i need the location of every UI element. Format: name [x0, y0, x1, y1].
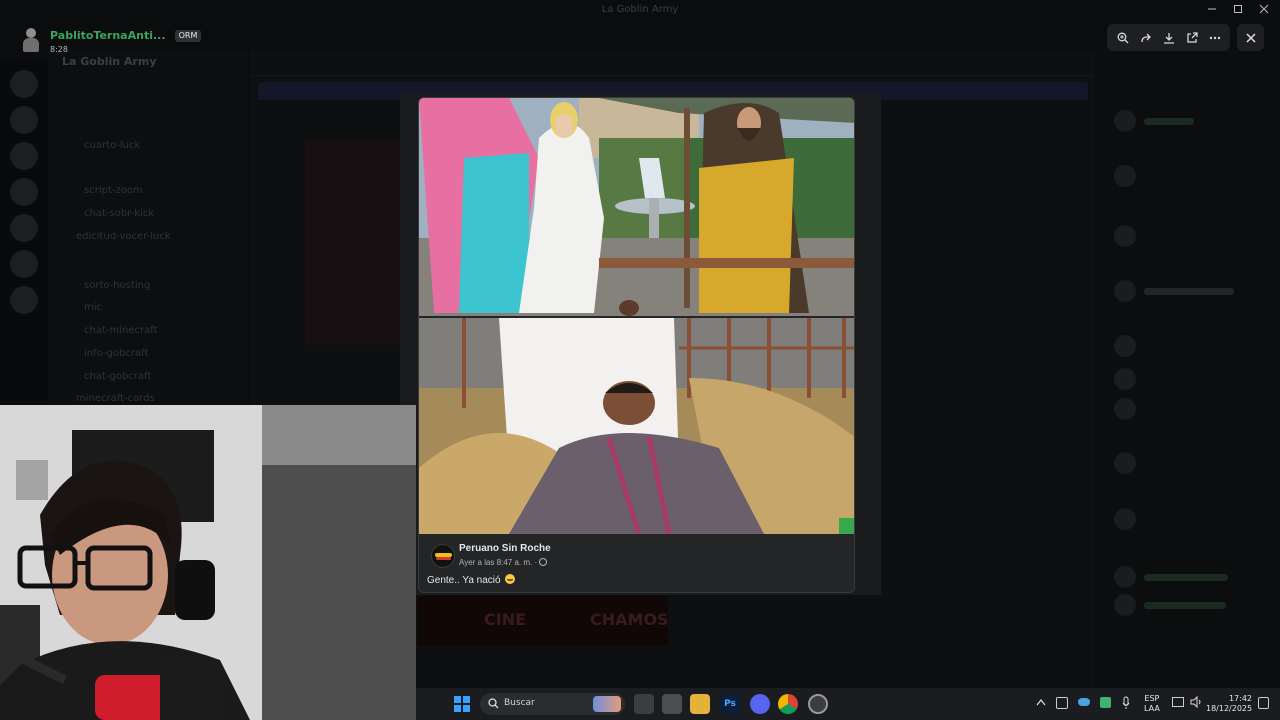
- post-date: Ayer a las 8:47 a. m. ·: [459, 558, 548, 567]
- server-icon: [10, 250, 38, 278]
- system-clock[interactable]: 17:42 18/12/2025: [1206, 694, 1252, 714]
- member-avatar: [1114, 165, 1136, 187]
- app-icon[interactable]: [662, 694, 682, 714]
- tag-label: ORM: [178, 31, 198, 40]
- forward-icon[interactable]: [1137, 29, 1155, 47]
- member-name: [1144, 602, 1226, 609]
- nativity-photo-bottom: [419, 318, 854, 534]
- window-title: La Goblin Army: [601, 4, 679, 15]
- post-meta: Peruano Sin Roche Ayer a las 8:47 a. m. …: [419, 534, 854, 592]
- server-icon: [10, 178, 38, 206]
- app-icon[interactable]: [808, 694, 828, 714]
- download-icon[interactable]: [1160, 29, 1178, 47]
- member-name: [1144, 288, 1234, 295]
- member-avatar: [1114, 398, 1136, 420]
- language-code: ESP: [1144, 694, 1160, 703]
- tray-app-icon[interactable]: [1056, 697, 1068, 709]
- channel-item: chat-sobr-kick: [84, 208, 155, 219]
- member-avatar: [1114, 508, 1136, 530]
- server-icon: [10, 70, 38, 98]
- member-avatar: [1114, 566, 1136, 588]
- member-name: [1144, 118, 1194, 125]
- page-name: Peruano Sin Roche: [459, 543, 551, 554]
- channel-item: chat-minecraft: [84, 325, 158, 336]
- search-placeholder: Buscar: [504, 698, 535, 708]
- task-view-icon[interactable]: [634, 694, 654, 714]
- clock-date: 18/12/2025: [1206, 704, 1253, 713]
- channel-item: cuarto-luck: [84, 140, 141, 151]
- window-close-icon[interactable]: [1258, 3, 1270, 15]
- avatar[interactable]: [20, 26, 42, 52]
- post-caption-text: Gente.. Ya nació: [427, 575, 501, 586]
- windows-start-icon[interactable]: [454, 696, 470, 712]
- facebook-post-screenshot[interactable]: Peruano Sin Roche Ayer a las 8:47 a. m. …: [418, 97, 855, 593]
- guild-name: La Goblin Army: [62, 55, 157, 68]
- server-icon: [10, 106, 38, 134]
- member-avatar: [1114, 280, 1136, 302]
- chat-attachment-cine: CINE CHAMOS: [418, 596, 669, 646]
- chrome-icon[interactable]: [778, 694, 798, 714]
- clock-time: 17:42: [1228, 694, 1252, 703]
- uploader-info: PablitoTernaAnti... ORM 8:28: [20, 24, 202, 54]
- nativity-photo-top: [419, 98, 854, 316]
- close-icon[interactable]: [1237, 24, 1264, 51]
- server-icon: [10, 214, 38, 242]
- channel-item: info-gobcraft: [84, 348, 149, 359]
- minimize-icon[interactable]: [1206, 3, 1218, 15]
- viewer-toolbar: [1107, 24, 1230, 51]
- server-list: [0, 60, 48, 400]
- search-icon: [488, 698, 499, 709]
- post-date-text: Ayer a las 8:47 a. m. ·: [459, 558, 538, 567]
- maximize-icon[interactable]: [1232, 3, 1244, 15]
- taskbar-search[interactable]: Buscar: [480, 693, 625, 715]
- photoshop-icon[interactable]: Ps: [720, 694, 740, 714]
- channel-item: sorto-hosting: [84, 280, 151, 291]
- network-icon[interactable]: [1172, 697, 1184, 707]
- server-icon: [10, 142, 38, 170]
- webcam-overlay: [0, 405, 416, 720]
- language-indicator[interactable]: ESP LAA: [1144, 694, 1160, 714]
- member-name: [1144, 574, 1228, 581]
- chat-topbar: [250, 50, 1095, 76]
- channel-item: mic: [84, 302, 103, 313]
- member-avatar: [1114, 452, 1136, 474]
- channel-item: chat-gobcraft: [84, 371, 152, 382]
- tray-security-icon[interactable]: [1100, 697, 1111, 708]
- laughing-emoji-icon: [505, 574, 516, 584]
- window-controls: [1206, 3, 1270, 15]
- discord-icon[interactable]: [750, 694, 770, 714]
- keyboard-layout: LAA: [1144, 704, 1160, 713]
- member-avatar: [1114, 225, 1136, 247]
- member-avatar: [1114, 110, 1136, 132]
- more-icon[interactable]: [1206, 29, 1224, 47]
- channel-item: minecraft-cords: [76, 393, 155, 404]
- screen: La Goblin Army La Goblin Army cuarto-luc…: [0, 0, 1280, 720]
- onedrive-icon[interactable]: [1078, 698, 1090, 706]
- microphone-icon[interactable]: [1122, 696, 1130, 712]
- post-caption: Gente.. Ya nació: [427, 574, 516, 586]
- channel-item: edicitud-vocer-luck: [76, 231, 171, 242]
- member-avatar: [1114, 368, 1136, 390]
- upload-time: 8:28: [50, 45, 68, 54]
- member-avatar: [1114, 335, 1136, 357]
- zoom-in-icon[interactable]: [1114, 29, 1132, 47]
- file-explorer-icon[interactable]: [690, 694, 710, 714]
- member-avatar: [1114, 594, 1136, 616]
- guild-tag: ORM: [174, 30, 202, 42]
- channel-item: script-zoom: [84, 185, 143, 196]
- notifications-icon[interactable]: [1258, 697, 1269, 709]
- globe-icon: [539, 558, 548, 566]
- taskbar: Buscar Ps ESP LAA 17:42 18/12/2025: [416, 688, 1280, 720]
- server-icon: [10, 286, 38, 314]
- open-external-icon[interactable]: [1183, 29, 1201, 47]
- uploader-name[interactable]: PablitoTernaAnti...: [50, 29, 166, 42]
- tray-chevron-icon[interactable]: [1036, 698, 1046, 708]
- chat-attachment: [305, 140, 400, 345]
- avatar: [431, 544, 455, 568]
- search-highlight-image: [593, 696, 621, 712]
- volume-icon[interactable]: [1190, 695, 1202, 710]
